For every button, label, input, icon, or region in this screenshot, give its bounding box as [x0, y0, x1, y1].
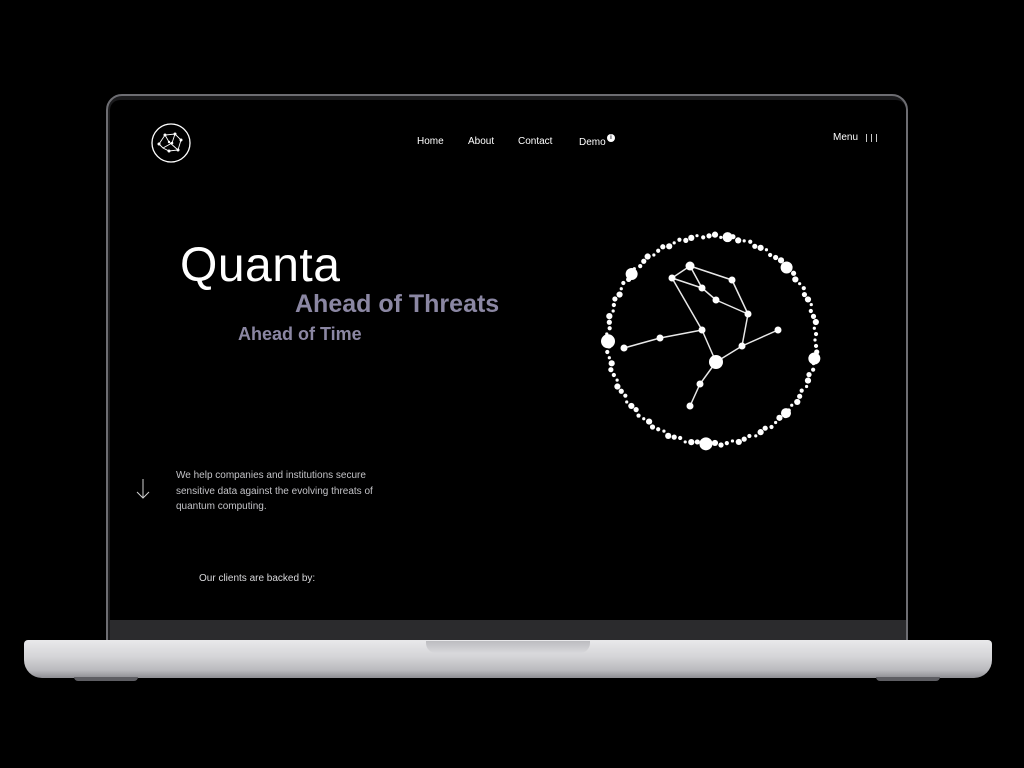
nav-link-about[interactable]: About	[468, 136, 494, 147]
nav-link-contact[interactable]: Contact	[518, 136, 552, 147]
demo-info-badge: i	[607, 134, 615, 142]
laptop-foot-right	[876, 677, 940, 681]
constellation-graphic	[601, 231, 821, 451]
hero-subtitle-threats: Ahead of Threats	[295, 290, 500, 318]
screen-bottom-bezel	[110, 620, 906, 640]
laptop-foot-left	[74, 677, 138, 681]
nav-link-home[interactable]: Home	[417, 136, 444, 147]
menu-lines-icon	[866, 133, 878, 142]
menu-button[interactable]: Menu	[833, 132, 878, 143]
hero-title: Quanta	[180, 239, 341, 292]
nav-link-demo[interactable]: Demo	[579, 137, 606, 148]
website-screen: Home About Contact Demo i Menu Quanta Ah…	[110, 100, 906, 620]
laptop-notch	[426, 641, 590, 653]
arrow-down-icon[interactable]	[135, 478, 151, 500]
main-navigation: Home About Contact Demo	[110, 136, 906, 152]
hero-description: We help companies and institutions secur…	[176, 470, 373, 512]
clients-label: Our clients are backed by:	[199, 573, 316, 584]
menu-label: Menu	[833, 132, 859, 143]
hero-subtitle-time: Ahead of Time	[238, 324, 362, 344]
